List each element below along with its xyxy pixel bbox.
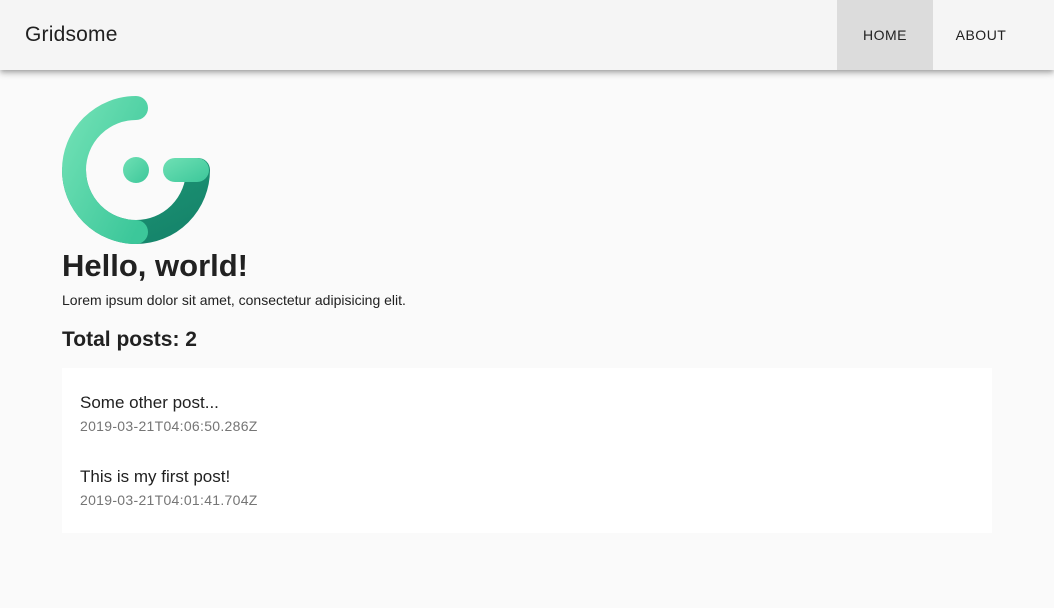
post-title: This is my first post!	[80, 467, 231, 486]
brand-link[interactable]: Gridsome	[25, 22, 118, 48]
post-date: 2019-03-21T04:06:50.286Z	[80, 418, 258, 434]
main-nav: HOME ABOUT	[837, 0, 1054, 70]
nav-home-button[interactable]: HOME	[837, 0, 933, 70]
intro-text: Lorem ipsum dolor sit amet, consectetur …	[62, 292, 406, 308]
post-item[interactable]: This is my first post! 2019-03-21T04:01:…	[80, 466, 974, 509]
nav-about-button[interactable]: ABOUT	[933, 0, 1029, 70]
page-title: Hello, world!	[62, 248, 248, 283]
posts-list: Some other post... 2019-03-21T04:06:50.2…	[62, 368, 992, 533]
gridsome-logo-icon	[62, 96, 210, 244]
main-content: Hello, world! Lorem ipsum dolor sit amet…	[62, 96, 992, 533]
total-posts-heading: Total posts: 2	[62, 328, 197, 351]
post-date: 2019-03-21T04:01:41.704Z	[80, 492, 258, 508]
post-item[interactable]: Some other post... 2019-03-21T04:06:50.2…	[80, 392, 974, 435]
app-toolbar: Gridsome HOME ABOUT	[0, 0, 1054, 70]
post-title: Some other post...	[80, 393, 219, 412]
